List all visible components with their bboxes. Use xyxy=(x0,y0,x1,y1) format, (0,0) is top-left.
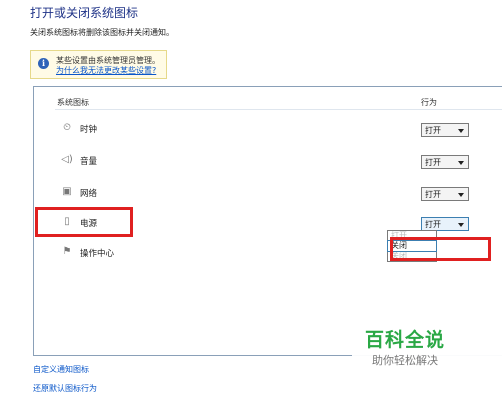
behavior-select-clock[interactable]: 打开 xyxy=(421,123,469,137)
restore-default-icon-behavior-link[interactable]: 还原默认图标行为 xyxy=(33,383,97,394)
column-header-icon: 系统图标 xyxy=(57,98,89,107)
dropdown-option-highlighted[interactable]: 关闭 xyxy=(387,240,437,252)
behavior-select-power[interactable]: 打开 xyxy=(421,217,469,231)
row-label: 音量 xyxy=(80,157,98,167)
select-value: 打开 xyxy=(425,126,441,135)
system-icons-panel: 系统图标 行为 ⏲ 时钟 打开 ◁) 音量 打开 ▣ 网络 打开 ▯ 电源 打开 xyxy=(33,86,502,356)
icon-row-volume: ◁) 音量 打开 xyxy=(34,151,502,171)
admin-notice: i 某些设置由系统管理员管理。 为什么我无法更改某些设置? xyxy=(30,50,167,79)
network-icon: ▣ xyxy=(62,186,72,197)
behavior-select-network[interactable]: 打开 xyxy=(421,187,469,201)
column-header-behavior: 行为 xyxy=(421,98,437,107)
header-divider xyxy=(55,109,502,110)
row-label: 电源 xyxy=(80,219,98,229)
page-description: 关闭系统图标将删除该图标并关闭通知。 xyxy=(30,28,174,37)
dropdown-arrow-icon xyxy=(458,193,464,197)
notice-help-link[interactable]: 为什么我无法更改某些设置? xyxy=(56,65,156,76)
dropdown-option[interactable]: 关闭 xyxy=(388,251,436,261)
select-value: 打开 xyxy=(425,190,441,199)
flag-icon: ⚑ xyxy=(62,246,72,257)
select-value: 打开 xyxy=(425,158,441,167)
behavior-dropdown-list: 打开 关闭 关闭 xyxy=(387,230,437,262)
icon-row-clock: ⏲ 时钟 打开 xyxy=(34,119,502,139)
icon-row-network: ▣ 网络 打开 xyxy=(34,183,502,203)
select-value: 打开 xyxy=(425,220,441,229)
volume-icon: ◁) xyxy=(61,154,73,165)
row-label: 网络 xyxy=(80,189,98,199)
row-label: 时钟 xyxy=(80,125,98,135)
info-icon: i xyxy=(38,58,49,69)
customize-notification-icons-link[interactable]: 自定义通知图标 xyxy=(33,364,89,375)
dropdown-arrow-icon xyxy=(458,223,464,227)
dropdown-option[interactable]: 打开 xyxy=(388,231,436,241)
behavior-select-volume[interactable]: 打开 xyxy=(421,155,469,169)
power-icon: ▯ xyxy=(64,216,70,227)
watermark-brand: 百科全说 xyxy=(365,329,446,351)
watermark-tagline: 助你轻松解决 xyxy=(372,354,438,367)
dropdown-arrow-icon xyxy=(458,161,464,165)
dropdown-arrow-icon xyxy=(458,129,464,133)
clock-icon: ⏲ xyxy=(63,122,71,133)
row-label: 操作中心 xyxy=(80,249,115,259)
page-title: 打开或关闭系统图标 xyxy=(30,6,139,20)
